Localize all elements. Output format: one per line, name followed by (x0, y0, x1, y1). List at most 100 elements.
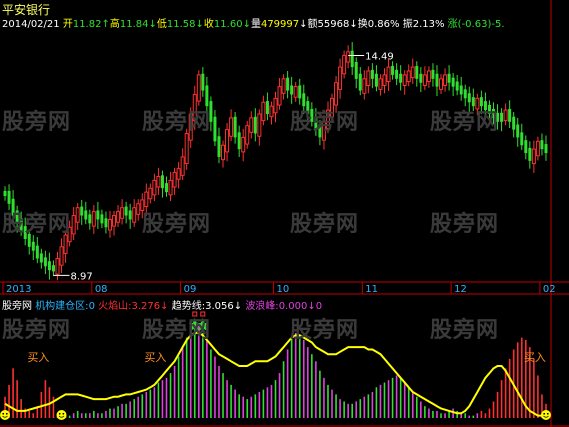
candle-body-down (286, 77, 290, 91)
candle-body-down (391, 65, 395, 75)
candle-body-down (124, 206, 128, 216)
smiley-icon (540, 410, 551, 420)
open-value: 11.82 (72, 19, 102, 30)
candle-body-down (7, 190, 11, 204)
trend-value: 3.056 (205, 301, 234, 312)
candle-body-up (221, 144, 226, 161)
candle-body-down (540, 140, 544, 150)
smiley-eye (58, 412, 61, 415)
candle-body-down (399, 73, 403, 83)
candle-body-up (277, 86, 282, 106)
fire-label: 火焰山: (98, 301, 132, 312)
candle-body-down (43, 257, 47, 267)
candle-body-up (59, 246, 64, 266)
candle-body-up (531, 148, 536, 165)
watermark: 股旁网 (430, 318, 500, 343)
candle-body-up (378, 78, 383, 90)
candle-body-down (467, 93, 471, 103)
volume-arrow: ↓ (299, 19, 308, 30)
candle-body-down (233, 116, 237, 138)
candle-body-up (269, 105, 274, 118)
indicator-legend: 股旁网 机构建仓区:0 火焰山:3.276↓ 趋势线:3.056↓ 波浪峰:0.… (2, 297, 322, 312)
candle-body-down (415, 65, 419, 79)
candle-body-down (395, 69, 399, 79)
amplitude-label: 振 (402, 19, 413, 30)
candle-body-down (435, 73, 439, 87)
candle-body-up (184, 133, 189, 165)
candle-body-up (410, 66, 415, 79)
candle-body-up (75, 207, 80, 223)
candle-body-up (180, 156, 185, 176)
open-label: 开 (62, 19, 73, 30)
candle-body-up (342, 54, 347, 75)
trend-arrow: ↓ (233, 301, 243, 312)
candle-body-down (253, 116, 257, 134)
candle-body-up (91, 211, 96, 227)
candle-body-up (132, 207, 137, 223)
candle-body-up (362, 78, 367, 94)
chart-window: { "stock": { "name": "平安银行", "date": "20… (0, 0, 569, 427)
watermark: 股旁网 (430, 212, 500, 237)
candle-body-down (80, 206, 84, 216)
turnover-label: 换 (357, 19, 368, 30)
turnover-value: 0.86% (367, 19, 400, 30)
close-value: 11.60 (213, 19, 243, 30)
smiley-eye (543, 412, 546, 415)
candle-body-down (350, 50, 354, 68)
close-arrow: ↓ (242, 19, 251, 30)
change-value: (-0.63)-5. (457, 19, 505, 30)
watermark: 股旁网 (2, 110, 72, 135)
candle-body-up (273, 97, 278, 114)
candle-body-down (100, 214, 104, 224)
candle-body-up (112, 215, 117, 227)
smiley-eye (5, 412, 8, 415)
smiley-eye (2, 412, 5, 415)
candle-body-up (176, 168, 181, 180)
trend-label: 趋势线: (171, 301, 206, 312)
candle-body-up (144, 191, 149, 208)
high-value: 11.84 (119, 19, 149, 30)
high-arrow: ↓ (148, 19, 157, 30)
high-label: 高 (109, 19, 120, 30)
candle-body-up (503, 109, 508, 122)
volume-value: 479997 (260, 19, 300, 30)
candle-body-down (419, 73, 423, 83)
candle-body-down (290, 85, 294, 95)
candle-body-down (265, 101, 269, 114)
wave-extra: 0 (315, 301, 323, 312)
candle-body-down (213, 116, 217, 142)
candle-body-up (120, 207, 125, 219)
candle-body-up (249, 117, 254, 133)
date-tick-label: 11 (365, 284, 378, 295)
low-marker-label: 8.97 (70, 271, 92, 282)
candle-body-down (544, 144, 548, 154)
candle-body-up (338, 66, 343, 90)
candle-body-down (524, 140, 528, 154)
low-label: 低 (156, 19, 167, 30)
close-label: 收 (203, 19, 214, 30)
date-tick-label: 08 (95, 284, 108, 295)
candle-body-down (370, 69, 374, 79)
watermark: 股旁网 (2, 212, 72, 237)
candle-body-down (39, 253, 43, 263)
candle-body-up (107, 218, 112, 231)
candle-body-up (406, 70, 411, 83)
candle-body-up (172, 172, 177, 188)
candle-body-down (217, 136, 221, 157)
smiley-eye (62, 412, 65, 415)
quote-date: 2014/02/21 (2, 19, 60, 30)
candle-body-up (55, 258, 60, 275)
candle-body-down (165, 183, 168, 193)
candle-body-up (281, 78, 286, 94)
wave-label: 波浪峰: (245, 301, 279, 312)
buy-marker-label: 买入 (524, 351, 546, 364)
candle-body-down (3, 190, 7, 197)
volume-label: 量 (250, 19, 261, 30)
candle-body-down (516, 124, 520, 138)
fire-value: 3.276 (131, 301, 161, 312)
candle-body-up (225, 129, 230, 153)
candle-body-up (148, 187, 153, 200)
candle-body-down (31, 241, 35, 251)
candle-body-down (51, 265, 55, 272)
candle-body-down (520, 132, 524, 146)
